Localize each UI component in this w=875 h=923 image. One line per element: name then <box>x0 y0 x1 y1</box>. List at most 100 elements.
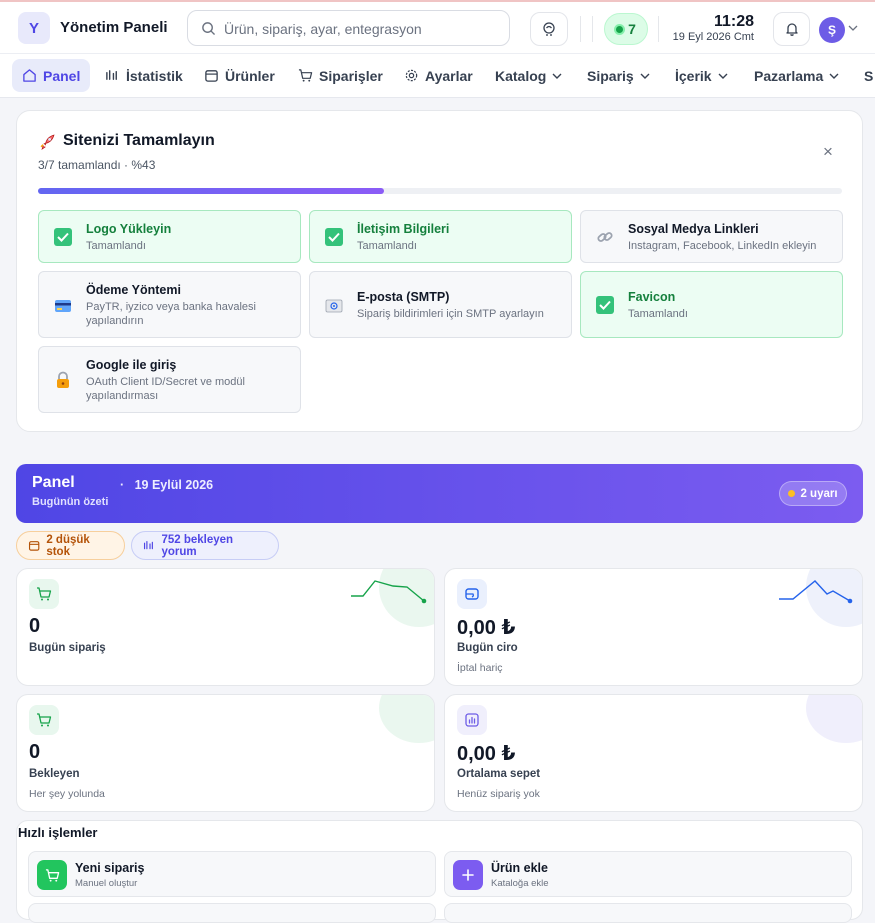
nav-item-settings[interactable]: Ayarlar <box>394 59 483 92</box>
kpi-note: Her şey yolunda <box>29 788 105 800</box>
banner-date: · 19 Eylül 2026 <box>120 478 214 492</box>
setup-checklist-card: Sitenizi Tamamlayın 3/7 tamamlandı · %43… <box>16 110 863 432</box>
task-contact-info[interactable]: İletişim Bilgileri Tamamlandı <box>309 210 572 263</box>
clock-time: 11:28 <box>713 13 754 30</box>
dashboard-banner: Panel Bugünün özeti · 19 Eylül 2026 2 uy… <box>16 464 863 523</box>
nav-label: Sipariş <box>587 67 634 84</box>
task-social-links[interactable]: Sosyal Medya Linkleri Instagram, Faceboo… <box>580 210 843 263</box>
task-title: Google ile giriş <box>86 358 177 372</box>
quick-actions-card: Hızlı işlemler Yeni sipariş Manuel oluşt… <box>16 820 863 923</box>
brain-icon <box>543 22 555 36</box>
task-title: Favicon <box>628 290 676 304</box>
nav-item-products[interactable]: Ürünler <box>194 59 285 92</box>
kpi-label: Bugün sipariş <box>29 642 106 654</box>
low-stock-text: 2 düşük stok <box>46 533 90 558</box>
quick-action-title: Yeni sipariş <box>75 861 145 875</box>
nav-menu-more[interactable]: S <box>854 59 875 92</box>
online-visitors-badge[interactable]: 7 <box>604 13 648 45</box>
task-logo[interactable]: Logo Yükleyin Tamamlandı <box>38 210 301 263</box>
revenue-sparkline <box>779 580 853 604</box>
quick-action-partial[interactable] <box>28 903 436 923</box>
kpi-card-today-orders[interactable]: 0 Bugün sipariş <box>16 568 435 686</box>
nav-label: Ayarlar <box>425 67 473 84</box>
email-icon <box>324 296 344 316</box>
nav-item-panel[interactable]: Panel <box>12 59 91 92</box>
user-avatar[interactable]: Ş <box>819 17 845 43</box>
decorative-blob <box>379 695 434 743</box>
task-title: İletişim Bilgileri <box>357 222 450 236</box>
kpi-note: İptal hariç <box>457 662 503 674</box>
nav-label: İstatistik <box>126 67 183 84</box>
chevron-down-icon[interactable] <box>848 24 858 32</box>
checkbox-checked-icon <box>54 228 72 246</box>
bell-icon <box>785 23 798 36</box>
warning-dot-icon <box>788 490 796 497</box>
task-desc: OAuth Client ID/Secret ve modül yapıland… <box>86 376 245 402</box>
stats-icon <box>106 70 117 80</box>
task-smtp[interactable]: E-posta (SMTP) Sipariş bildirimleri için… <box>309 271 572 338</box>
task-title: Logo Yükleyin <box>86 222 172 236</box>
close-icon[interactable]: × <box>820 143 836 160</box>
pending-reviews-text: 752 bekleyen yorum <box>161 533 234 558</box>
nav-item-orders[interactable]: Siparişler <box>288 59 393 92</box>
chevron-down-icon <box>829 73 839 79</box>
nav-menu-marketing[interactable]: Pazarlama <box>744 59 849 92</box>
chevron-down-icon <box>552 73 562 79</box>
task-desc: PayTR, iyzico veya banka havalesi yapıla… <box>86 301 256 327</box>
task-title: E-posta (SMTP) <box>357 290 450 304</box>
nav-label: Siparişler <box>319 67 383 84</box>
nav-menu-content[interactable]: İçerik <box>665 59 738 92</box>
nav-item-statistics[interactable]: İstatistik <box>95 59 193 92</box>
setup-title-text: Sitenizi Tamamlayın <box>63 132 215 149</box>
task-desc: Tamamlandı <box>86 240 146 252</box>
chevron-down-icon <box>718 73 728 79</box>
quick-action-partial[interactable] <box>444 903 852 923</box>
kpi-card-average-basket[interactable]: 0,00 ₺ Ortalama sepet Henüz sipariş yok <box>444 694 863 812</box>
task-payment[interactable]: Ödeme Yöntemi PayTR, iyzico veya banka h… <box>38 271 301 338</box>
logo-letter: Y <box>28 19 39 37</box>
warnings-badge[interactable]: 2 uyarı <box>779 481 847 506</box>
notifications-button[interactable] <box>773 12 810 46</box>
ai-assistant-button[interactable] <box>530 12 568 46</box>
live-dot-icon <box>616 25 624 33</box>
nav-label: Katalog <box>495 67 547 84</box>
quick-action-subtitle: Kataloğa ekle <box>491 878 549 889</box>
cart-icon <box>37 860 67 890</box>
nav-label: İçerik <box>675 67 712 84</box>
task-favicon[interactable]: Favicon Tamamlandı <box>580 271 843 338</box>
kpi-value: 0 <box>29 615 41 637</box>
nav-menu-catalog[interactable]: Katalog <box>485 59 572 92</box>
setup-progress-text: 3/7 tamamlandı · %43 <box>38 158 156 172</box>
low-stock-chip[interactable]: 2 düşük stok <box>16 531 125 560</box>
avatar-letter: Ş <box>827 23 836 37</box>
main-nav: Panel İstatistik Ürünler Siparişler Ayar… <box>0 54 875 98</box>
task-google-login[interactable]: Google ile giriş OAuth Client ID/Secret … <box>38 346 301 413</box>
quick-actions-title: Hızlı işlemler <box>18 825 98 840</box>
credit-card-icon <box>53 296 73 316</box>
add-product-button[interactable]: Ürün ekle Kataloğa ekle <box>444 851 852 897</box>
nav-label: Panel <box>43 67 81 84</box>
task-desc: Sipariş bildirimleri için SMTP ayarlayın <box>357 308 544 320</box>
app-title: Yönetim Paneli <box>60 19 168 36</box>
setup-title: Sitenizi Tamamlayın <box>39 132 215 150</box>
banner-title: Panel <box>32 474 75 491</box>
app-logo[interactable]: Y <box>18 12 50 44</box>
search-input[interactable] <box>224 19 424 39</box>
kpi-card-pending[interactable]: 0 Bekleyen Her şey yolunda <box>16 694 435 812</box>
cart-icon <box>298 69 313 82</box>
cart-icon <box>29 705 59 735</box>
box-icon <box>205 70 218 82</box>
search-box[interactable] <box>187 10 510 46</box>
task-title: Ödeme Yöntemi <box>86 283 181 297</box>
clock-date: 19 Eyl 2026 Cmt <box>672 31 754 43</box>
kpi-label: Ortalama sepet <box>457 768 541 780</box>
header-divider <box>592 16 593 42</box>
stats-icon <box>143 541 153 550</box>
nav-menu-order[interactable]: Sipariş <box>577 59 660 92</box>
kpi-card-today-revenue[interactable]: 0,00 ₺ Bugün ciro İptal hariç <box>444 568 863 686</box>
task-desc: Tamamlandı <box>357 240 417 252</box>
kpi-value: 0,00 ₺ <box>457 743 516 765</box>
new-order-button[interactable]: Yeni sipariş Manuel oluştur <box>28 851 436 897</box>
pending-reviews-chip[interactable]: 752 bekleyen yorum <box>131 531 279 560</box>
home-icon <box>23 69 36 82</box>
